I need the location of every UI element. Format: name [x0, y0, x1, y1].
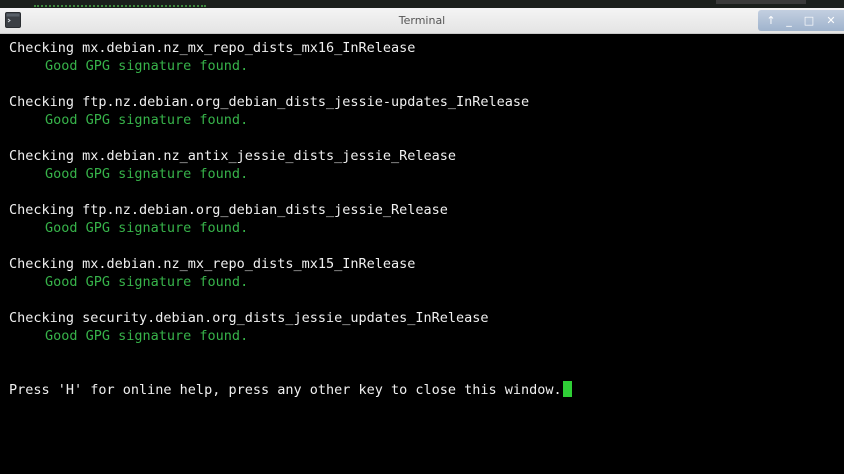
gpg-result: Good GPG signature found. [45, 166, 249, 182]
gpg-result: Good GPG signature found. [45, 220, 249, 236]
window-controls: ↑ _ □ ✕ [758, 10, 844, 31]
maximize-button[interactable]: □ [800, 10, 818, 31]
shade-button[interactable]: ↑ [762, 10, 780, 31]
check-line: Checking mx.debian.nz_antix_jessie_dists… [9, 148, 457, 164]
background-window-fragment [716, 0, 806, 4]
background-text-fragment [34, 0, 206, 7]
gpg-result: Good GPG signature found. [45, 112, 249, 128]
prompt-text: Press 'H' for online help, press any oth… [9, 382, 562, 398]
prompt-line: Press 'H' for online help, press any oth… [9, 381, 844, 399]
check-line: Checking security.debian.org_dists_jessi… [9, 310, 489, 326]
check-line: Checking mx.debian.nz_mx_repo_dists_mx16… [9, 40, 416, 56]
title-bar[interactable]: Terminal ↑ _ □ ✕ [0, 8, 844, 34]
terminal-output[interactable]: Checking mx.debian.nz_mx_repo_dists_mx16… [9, 39, 844, 474]
check-line: Checking ftp.nz.debian.org_debian_dists_… [9, 94, 530, 110]
check-line: Checking mx.debian.nz_mx_repo_dists_mx15… [9, 256, 416, 272]
check-line: Checking ftp.nz.debian.org_debian_dists_… [9, 202, 448, 218]
gpg-result: Good GPG signature found. [45, 328, 249, 344]
gpg-result: Good GPG signature found. [45, 58, 249, 74]
text-cursor [562, 381, 572, 397]
gpg-result: Good GPG signature found. [45, 274, 249, 290]
close-button[interactable]: ✕ [822, 10, 840, 31]
minimize-button[interactable]: _ [780, 10, 798, 31]
window-title: Terminal [398, 14, 446, 27]
